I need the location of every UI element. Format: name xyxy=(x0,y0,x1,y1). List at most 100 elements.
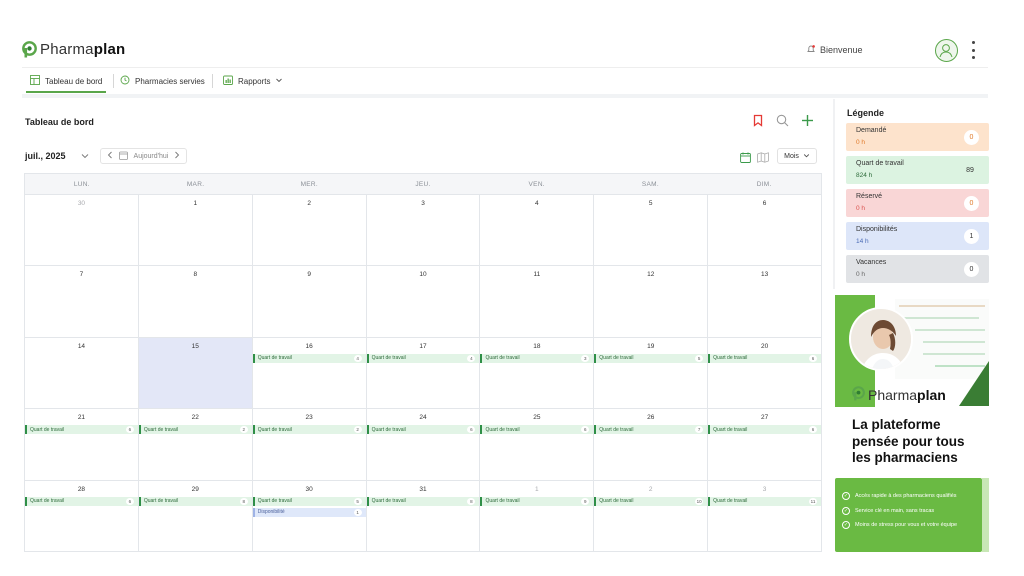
calendar-day[interactable]: 13 xyxy=(708,266,821,336)
calendar-day[interactable]: 2 xyxy=(253,195,367,266)
calendar-day[interactable]: 24 Quart de travail 6 xyxy=(366,409,481,480)
day-number: 12 xyxy=(647,271,655,279)
calendar-day[interactable]: 30 Quart de travail 5 Disponibilité 1 xyxy=(252,480,367,552)
calendar-day[interactable]: 29 Quart de travail 8 xyxy=(138,480,253,552)
more-menu-icon[interactable] xyxy=(970,41,976,59)
calendar-day[interactable]: 1 xyxy=(139,195,253,266)
legend-item[interactable]: Quart de travail 824 h 89 xyxy=(846,156,989,184)
shift-event[interactable]: Quart de travail 4 xyxy=(252,353,366,363)
shift-event[interactable]: Quart de travail 9 xyxy=(480,496,594,506)
chevron-right-icon[interactable] xyxy=(174,151,180,161)
calendar-day[interactable]: 19 Quart de travail 5 xyxy=(594,337,709,409)
shift-event[interactable]: Quart de travail 8 xyxy=(366,496,480,506)
calendar-day[interactable]: 3 Quart de travail 11 xyxy=(708,481,822,552)
pharmaplan-logo-icon xyxy=(22,40,37,58)
shift-event[interactable]: Quart de travail 7 xyxy=(594,425,708,435)
event-label: Quart de travail xyxy=(143,498,179,505)
calendar-day[interactable]: 21 Quart de travail 6 xyxy=(25,409,139,480)
top-bar: Pharmaplan Bienvenue xyxy=(0,0,1024,66)
shift-event[interactable]: Quart de travail 6 xyxy=(708,425,822,435)
view-select[interactable]: Mois xyxy=(777,148,817,164)
month-label[interactable]: juil., 2025 xyxy=(25,151,66,161)
calendar-day[interactable]: 3 xyxy=(367,195,481,266)
promo-hero: Pharma plan xyxy=(835,295,989,407)
event-label: Quart de travail xyxy=(371,426,406,433)
shift-event[interactable]: Quart de travail 11 xyxy=(708,496,822,506)
calendar-day[interactable]: 10 xyxy=(367,266,481,337)
user-avatar[interactable] xyxy=(935,39,958,62)
calendar-day[interactable]: 12 xyxy=(594,266,709,337)
calendar-day[interactable]: 26 Quart de travail 7 xyxy=(594,409,709,480)
promo-benefit-text: Service clé en main, sans tracas xyxy=(855,507,935,514)
day-number: 24 xyxy=(419,414,427,422)
shift-event[interactable]: Quart de travail 10 xyxy=(594,496,708,506)
shift-event[interactable]: Quart de travail 6 xyxy=(25,496,138,506)
event-label: Quart de travail xyxy=(485,426,520,433)
nav-divider xyxy=(113,74,114,88)
event-count-badge: 6 xyxy=(809,426,818,434)
chevron-left-icon[interactable] xyxy=(107,151,113,161)
calendar-day[interactable]: 25 Quart de travail 6 xyxy=(480,409,595,480)
shift-event[interactable]: Quart de travail 3 xyxy=(480,353,594,363)
weekday-label: DIM. xyxy=(756,181,772,188)
shift-event[interactable]: Quart de travail 6 xyxy=(25,425,138,435)
chevron-down-icon[interactable] xyxy=(80,151,90,161)
nav-item-label: Pharmacies servies xyxy=(135,76,205,86)
calendar-day[interactable]: 14 xyxy=(25,337,139,409)
view-select-value: Mois xyxy=(784,152,799,160)
map-view-icon[interactable] xyxy=(757,150,769,168)
availability-event[interactable]: Disponibilité 1 xyxy=(252,507,366,517)
shift-event[interactable]: Quart de travail 6 xyxy=(366,425,480,435)
shift-event[interactable]: Quart de travail 2 xyxy=(252,425,366,435)
calendar-day[interactable]: 11 xyxy=(480,266,595,337)
calendar-view-icon[interactable] xyxy=(740,150,751,168)
promo-banner[interactable]: Pharma plan La plateforme pensée pour tou… xyxy=(835,295,989,552)
weekday-label: JEU. xyxy=(415,181,431,188)
day-number: 21 xyxy=(77,414,86,422)
calendar-day[interactable]: 4 xyxy=(480,195,595,266)
calendar-day[interactable]: 27 Quart de travail 6 xyxy=(708,409,822,479)
month-selector: juil., 2025 Aujourd'hui xyxy=(25,148,188,164)
calendar-toolbar xyxy=(752,114,814,132)
shift-event[interactable]: Quart de travail 6 xyxy=(708,353,822,363)
nav-item-reports[interactable]: Rapports xyxy=(223,72,283,90)
calendar-day[interactable]: 6 xyxy=(708,195,821,265)
add-icon[interactable] xyxy=(801,114,814,132)
shift-event[interactable]: Quart de travail 8 xyxy=(138,496,252,506)
search-icon[interactable] xyxy=(776,114,789,132)
calendar-day[interactable]: 8 xyxy=(139,266,253,337)
calendar-day[interactable]: 9 xyxy=(253,266,367,337)
calendar-day[interactable]: 16 Quart de travail 4 xyxy=(252,337,367,409)
shift-event[interactable]: Quart de travail 5 xyxy=(594,353,708,363)
calendar-day[interactable]: 30 xyxy=(25,195,139,266)
calendar-day[interactable]: 1 Quart de travail 9 xyxy=(480,480,595,552)
shift-event[interactable]: Quart de travail 6 xyxy=(480,425,594,435)
shift-event[interactable]: Quart de travail 5 xyxy=(252,496,366,506)
calendar-day-today[interactable]: 15 xyxy=(138,337,253,409)
calendar-day[interactable]: 20 Quart de travail 6 xyxy=(708,338,822,408)
legend-item[interactable]: Disponibilités 14 h1 xyxy=(846,222,989,250)
calendar-day[interactable]: 5 xyxy=(594,195,709,266)
calendar-day[interactable]: 23 Quart de travail 2 xyxy=(252,409,367,480)
today-button[interactable]: Aujourd'hui xyxy=(134,153,169,160)
calendar-day[interactable]: 28 Quart de travail 6 xyxy=(25,480,139,552)
weekday-label: SAM. xyxy=(641,181,659,188)
app-logo[interactable]: Pharmaplan xyxy=(22,40,125,58)
shift-event[interactable]: Quart de travail 4 xyxy=(366,353,480,363)
shift-event[interactable]: Quart de travail 2 xyxy=(138,425,252,435)
legend-item[interactable]: Vacances 0 h0 xyxy=(846,255,989,283)
bell-icon[interactable] xyxy=(806,44,816,56)
bookmark-icon[interactable] xyxy=(752,114,764,132)
legend-item[interactable]: Réservé 0 h0 xyxy=(846,189,989,217)
greeting[interactable]: Bienvenue xyxy=(806,44,863,56)
calendar-day[interactable]: 7 xyxy=(25,266,139,337)
calendar-day[interactable]: 17 Quart de travail 4 xyxy=(366,337,481,409)
nav-item-dashboard[interactable]: Tableau de bord xyxy=(25,72,107,93)
event-label: Quart de travail xyxy=(30,498,65,505)
calendar-day[interactable]: 18 Quart de travail 3 xyxy=(480,337,595,409)
nav-item-pharmacies[interactable]: Pharmacies servies xyxy=(120,72,205,90)
calendar-day[interactable]: 22 Quart de travail 2 xyxy=(138,409,253,480)
calendar-day[interactable]: 2 Quart de travail 10 xyxy=(594,480,709,552)
legend-item[interactable]: Demandé 0 h0 xyxy=(846,123,989,151)
calendar-day[interactable]: 31 Quart de travail 8 xyxy=(366,480,481,552)
